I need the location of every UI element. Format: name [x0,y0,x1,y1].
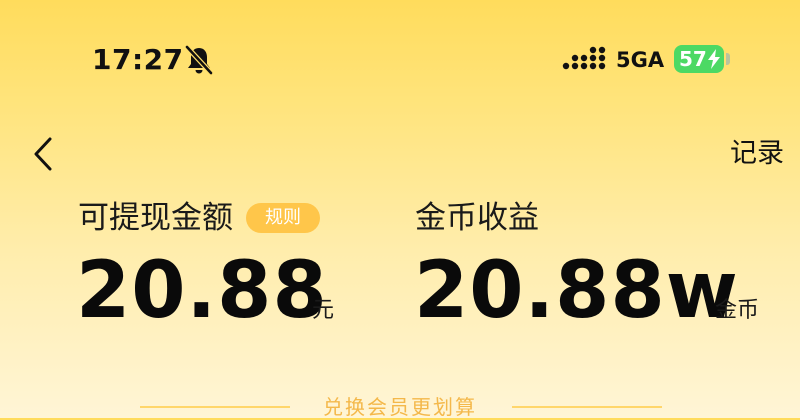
chevron-left-icon [34,137,52,171]
back-button[interactable] [26,134,62,174]
divider-right [512,406,662,408]
network-type: 5GA [616,48,665,72]
exchange-caption[interactable]: 兑换会员更划算 [300,394,500,420]
withdraw-label: 可提现金额 [78,200,233,236]
signal-dots-icon [562,46,606,70]
records-link[interactable]: 记录 [730,134,784,174]
coins-amount: 20.88w [414,246,739,336]
battery-indicator: 57 [674,45,724,73]
bolt-icon [708,49,720,69]
withdraw-amount: 20.88 [76,246,328,336]
coins-unit: 金币 [715,298,760,323]
bell-slash-icon [184,44,214,76]
battery-tip [726,53,730,65]
coins-label: 金币收益 [415,200,539,236]
withdraw-unit: 元 [312,298,335,323]
battery-level: 57 [679,47,707,71]
status-time: 17:27 [92,43,184,76]
divider-left [140,406,290,408]
rules-button[interactable]: 规则 [246,203,320,233]
